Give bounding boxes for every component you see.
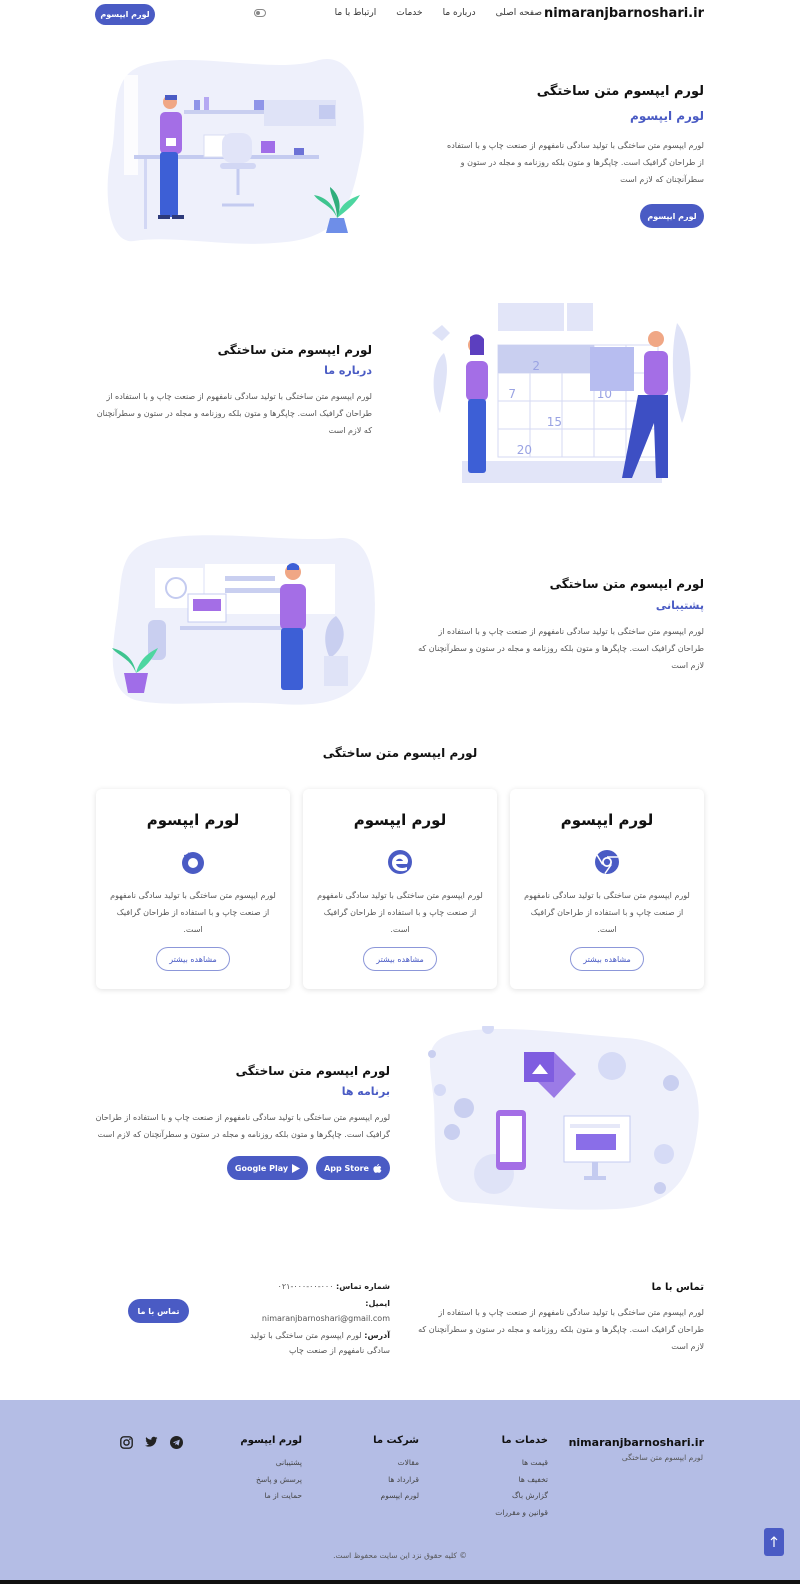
nav-cta-button[interactable]: لورم ایپسوم xyxy=(95,4,155,25)
footer-column-title: خدمات ما xyxy=(501,1435,548,1446)
instagram-icon[interactable] xyxy=(120,1436,133,1449)
support-subtitle: پشتیبانی xyxy=(655,599,704,612)
nav-services[interactable]: خدمات xyxy=(396,8,422,18)
calendar-day: 7 xyxy=(508,387,516,401)
edge-icon xyxy=(388,850,412,874)
hero-button[interactable]: لورم ایپسوم xyxy=(640,204,704,228)
footer-link[interactable]: حمایت از ما xyxy=(240,1488,303,1505)
footer-brand[interactable]: nimaranjbarnoshari.ir xyxy=(569,1436,704,1449)
twitter-icon[interactable] xyxy=(145,1436,158,1449)
footer-tagline: لورم ایپسوم متن ساختگی xyxy=(621,1453,703,1462)
contact-info: شماره تماس: ۰۰۰-۰۰-۰۰۰-۰۲۱ ایمیل: nimara… xyxy=(240,1279,390,1358)
footer-link[interactable]: پشتیبانی xyxy=(240,1455,302,1472)
apple-icon xyxy=(373,1164,382,1173)
footer-link[interactable]: لورم ایپسوم xyxy=(373,1488,419,1505)
feature-card-title: لورم ایپسوم xyxy=(146,811,240,829)
feature-card-title: لورم ایپسوم xyxy=(560,811,654,829)
google-play-label: Google Play xyxy=(234,1163,289,1173)
feature-card-more-button[interactable]: مشاهده بیشتر xyxy=(570,947,644,971)
feature-card-more-button[interactable]: مشاهده بیشتر xyxy=(156,947,230,971)
hero-title: لورم ایپسوم متن ساختگی xyxy=(536,84,704,99)
apps-text: لورم ایپسوم متن ساختگی با تولید سادگی نا… xyxy=(95,1113,390,1139)
feature-card-title: لورم ایپسوم xyxy=(353,811,447,829)
copyright: © کلیه حقوق نزد این سایت محفوظ است. xyxy=(333,1551,467,1560)
phone-label: شماره تماس: xyxy=(336,1282,390,1291)
nav-home[interactable]: صفحه اصلی xyxy=(496,8,542,18)
contact-text: لورم ایپسوم متن ساختگی با تولید سادگی نا… xyxy=(418,1308,704,1351)
about-title: لورم ایپسوم متن ساختگی xyxy=(217,343,372,357)
feature-card: لورم ایپسوم لورم ایپسوم متن ساختگی با تو… xyxy=(510,789,704,989)
arrow-up-icon xyxy=(770,1536,778,1547)
footer-link[interactable]: قوانین و مقررات xyxy=(495,1505,548,1522)
scroll-to-top-button[interactable] xyxy=(764,1528,784,1556)
footer-link[interactable]: گزارش باگ xyxy=(495,1488,548,1505)
footer-column-company: شرکت ما مقالات قرارداد ها لورم ایپسوم xyxy=(373,1435,419,1505)
apps-subtitle: برنامه ها xyxy=(341,1085,390,1098)
app-store-label: App Store xyxy=(324,1163,369,1173)
google-play-button[interactable]: Google Play xyxy=(227,1156,308,1180)
footer-column-title: لورم ایپسوم xyxy=(240,1435,302,1446)
main-nav: صفحه اصلی درباره ما خدمات ارتباط با ما xyxy=(335,8,542,18)
theme-toggle-icon[interactable] xyxy=(254,9,266,17)
phone-value[interactable]: ۰۰۰-۰۰-۰۰۰-۰۲۱ xyxy=(278,1282,334,1291)
footer-column-lorem: لورم ایپسوم پشتیبانی پرسش و پاسخ حمایت ا… xyxy=(240,1435,302,1505)
support-illustration xyxy=(112,535,375,705)
about-subtitle: درباره ما xyxy=(324,364,372,377)
feature-card-text: لورم ایپسوم متن ساختگی با تولید سادگی نا… xyxy=(524,891,690,934)
hero-text: لورم ایپسوم متن ساختگی با تولید سادگی نا… xyxy=(447,141,704,184)
contact-button[interactable]: تماس با ما xyxy=(128,1299,189,1323)
feature-card: لورم ایپسوم لورم ایپسوم متن ساختگی با تو… xyxy=(96,789,290,989)
calendar-day: 15 xyxy=(547,415,562,429)
footer-link[interactable]: پرسش و پاسخ xyxy=(240,1472,302,1489)
play-icon xyxy=(292,1163,301,1173)
firefox-icon xyxy=(182,852,204,874)
email-value[interactable]: nimaranjbarnoshari@gmail.com xyxy=(262,1314,390,1323)
social-links xyxy=(120,1436,183,1449)
support-text: لورم ایپسوم متن ساختگی با تولید سادگی نا… xyxy=(418,627,704,670)
footer-link[interactable]: قرارداد ها xyxy=(373,1472,419,1489)
apps-illustration xyxy=(428,1026,699,1210)
support-title: لورم ایپسوم متن ساختگی xyxy=(549,577,704,591)
feature-card-text: لورم ایپسوم متن ساختگی با تولید سادگی نا… xyxy=(110,891,276,934)
footer-link[interactable]: قیمت ها xyxy=(495,1455,548,1472)
office-illustration xyxy=(107,58,364,244)
chrome-icon xyxy=(595,850,619,874)
email-label: ایمیل: xyxy=(365,1299,390,1308)
calendar-day: 20 xyxy=(517,443,532,457)
telegram-icon[interactable] xyxy=(170,1436,183,1449)
feature-card: لورم ایپسوم لورم ایپسوم متن ساختگی با تو… xyxy=(303,789,497,989)
calendar-illustration: 2 7 10 15 20 xyxy=(432,303,691,483)
footer-column-title: شرکت ما xyxy=(373,1435,419,1446)
nav-contact[interactable]: ارتباط با ما xyxy=(335,8,377,18)
contact-title: تماس با ما xyxy=(651,1282,704,1293)
brand-logo[interactable]: nimaranjbarnoshari.ir xyxy=(544,6,704,21)
footer-link[interactable]: تخفیف ها xyxy=(495,1472,548,1489)
hero-subtitle: لورم ایپسوم xyxy=(630,109,704,123)
features-title: لورم ایپسوم متن ساختگی xyxy=(322,746,478,760)
apps-title: لورم ایپسوم متن ساختگی xyxy=(235,1064,390,1078)
nav-about[interactable]: درباره ما xyxy=(443,8,476,18)
footer-column-services: خدمات ما قیمت ها تخفیف ها گزارش باگ قوان… xyxy=(495,1435,548,1521)
feature-card-more-button[interactable]: مشاهده بیشتر xyxy=(363,947,437,971)
calendar-day: 2 xyxy=(532,359,540,373)
address-label: آدرس: xyxy=(364,1331,390,1340)
about-text: لورم ایپسوم متن ساختگی با تولید سادگی نا… xyxy=(96,392,372,435)
bottom-bar xyxy=(0,1580,800,1584)
feature-card-text: لورم ایپسوم متن ساختگی با تولید سادگی نا… xyxy=(317,891,483,934)
footer-link[interactable]: مقالات xyxy=(373,1455,419,1472)
app-store-button[interactable]: App Store xyxy=(316,1156,390,1180)
